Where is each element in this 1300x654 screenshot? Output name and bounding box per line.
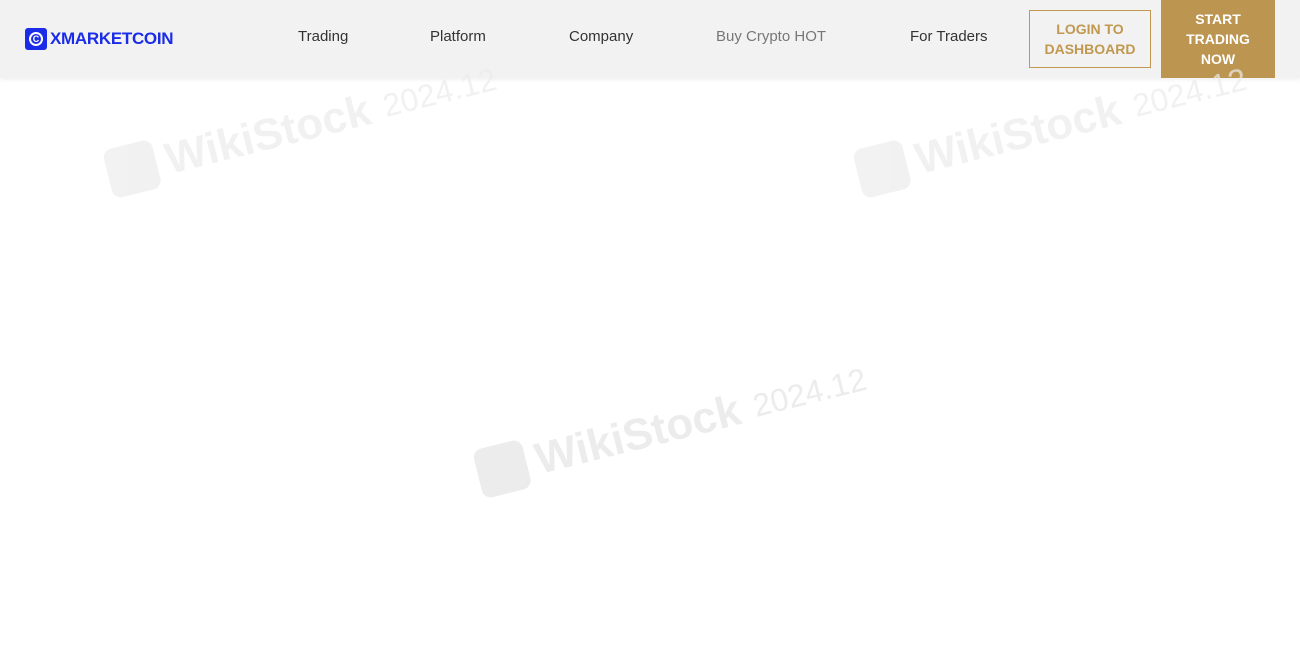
- login-label-line2: DASHBOARD: [1044, 41, 1136, 57]
- watermark-brand: WikiStock: [530, 385, 746, 484]
- start-trading-button[interactable]: START TRADING NOW: [1161, 0, 1275, 78]
- wikistock-eagle-icon: [101, 138, 163, 200]
- start-label-line1: START: [1195, 11, 1241, 27]
- nav-item-platform[interactable]: Platform: [430, 28, 486, 45]
- brand-logo[interactable]: C XMARKETCOIN: [25, 28, 174, 50]
- wikistock-eagle-icon: [851, 138, 913, 200]
- start-label-line2: TRADING: [1186, 31, 1250, 47]
- site-header: C XMARKETCOIN Trading Platform Company B…: [0, 0, 1300, 78]
- login-label-line1: LOGIN TO: [1056, 21, 1124, 37]
- wikistock-eagle-icon: [471, 438, 533, 500]
- nav-item-trading[interactable]: Trading: [298, 28, 348, 45]
- nav-item-buy-crypto[interactable]: Buy Crypto HOT: [716, 28, 826, 45]
- watermark-brand: WikiStock: [160, 85, 376, 184]
- watermark-year: 2024.12: [748, 360, 870, 424]
- coin-c-icon: C: [25, 28, 47, 50]
- brand-name: XMARKETCOIN: [50, 29, 174, 48]
- start-label-line3: NOW: [1200, 51, 1236, 67]
- watermark: WikiStock 2024.12: [471, 354, 872, 500]
- nav-item-for-traders[interactable]: For Traders: [910, 28, 988, 45]
- login-dashboard-button[interactable]: LOGIN TO DASHBOARD: [1029, 10, 1151, 68]
- watermark-brand: WikiStock: [910, 85, 1126, 184]
- nav-item-company[interactable]: Company: [569, 28, 633, 45]
